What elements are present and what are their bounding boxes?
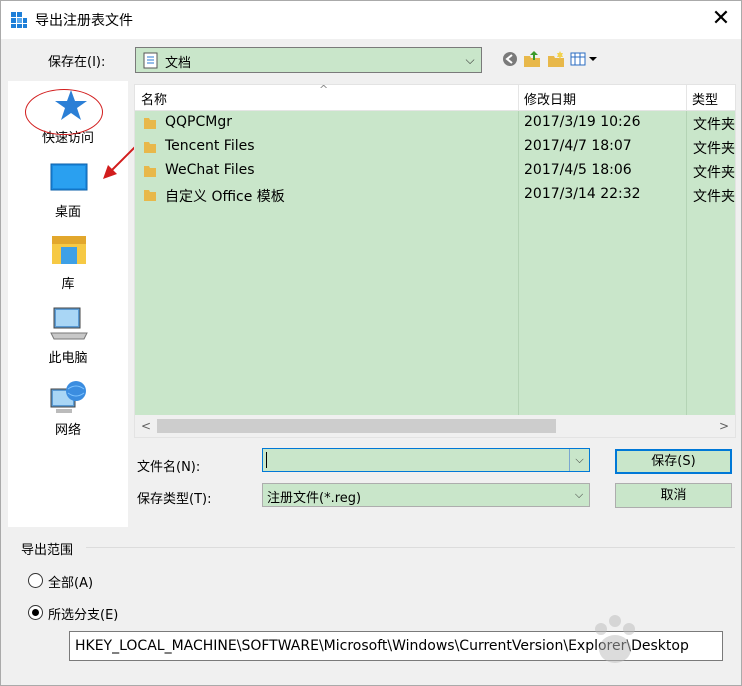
radio-all-label: 全部(A) [48,576,94,591]
window-title: 导出注册表文件 [35,13,133,29]
folder-icon [144,142,156,153]
export-registry-dialog: 导出注册表文件 ✕ 保存在(I): 文档 ⌵ 快速访问 桌面 库 此电脑 网络 … [0,0,742,686]
file-date: 2017/4/5 18:06 [524,162,632,178]
file-type: 文件夹 [693,141,735,157]
place-library[interactable]: 库 [8,231,128,297]
filename-label: 文件名(N): [137,460,201,475]
folder-icon [144,190,156,201]
network-icon [50,381,86,413]
horizontal-scrollbar[interactable]: < > [135,415,735,437]
filetype-label: 保存类型(T): [137,492,212,507]
chevron-down-icon[interactable]: ⌵ [569,484,589,506]
file-type: 文件夹 [693,165,735,181]
file-name: 自定义 Office 模板 [165,189,285,205]
file-date: 2017/3/19 10:26 [524,114,641,130]
list-item[interactable]: Tencent Files 2017/4/7 18:07 文件夹 [135,135,735,159]
scrollbar-thumb[interactable] [157,419,556,433]
cancel-button[interactable]: 取消 [615,483,732,508]
scroll-left-icon[interactable]: < [135,415,157,437]
radio-button[interactable] [28,605,43,620]
list-item[interactable]: 自定义 Office 模板 2017/3/14 22:32 文件夹 [135,183,735,207]
documents-folder-icon [143,52,158,69]
save-in-value: 文档 [165,56,192,71]
radio-selected-dot [32,609,39,616]
chevron-down-icon[interactable]: ⌵ [569,449,589,471]
place-network[interactable]: 网络 [8,377,128,443]
export-range-title: 导出范围 [21,543,74,558]
group-divider [86,547,735,548]
list-item[interactable]: WeChat Files 2017/4/5 18:06 文件夹 [135,159,735,183]
library-icon [52,236,86,264]
filetype-select[interactable]: 注册文件(*.reg) ⌵ [262,483,590,507]
file-type: 文件夹 [693,189,735,205]
file-list-header: ^ 名称 修改日期 类型 [135,85,735,111]
save-in-label: 保存在(I): [48,55,106,70]
filename-input[interactable]: ⌵ [262,448,590,472]
close-button[interactable]: ✕ [701,1,741,39]
new-folder-icon[interactable] [547,50,565,68]
file-type: 文件夹 [693,117,735,133]
file-name: WeChat Files [165,162,255,178]
text-caret [266,452,267,468]
place-this-pc[interactable]: 此电脑 [8,305,128,371]
file-list: ^ 名称 修改日期 类型 QQPCMgr 2017/3/19 10:26 文件夹… [134,84,736,438]
file-name: Tencent Files [165,138,255,154]
column-header-date[interactable]: 修改日期 [524,89,576,108]
list-item[interactable]: QQPCMgr 2017/3/19 10:26 文件夹 [135,111,735,135]
up-folder-icon[interactable] [523,50,541,68]
filetype-value: 注册文件(*.reg) [267,491,362,506]
column-header-name[interactable]: 名称 [141,89,167,108]
view-menu-icon[interactable] [570,50,598,68]
place-label: 库 [61,277,75,292]
computer-icon [50,307,88,340]
column-header-type[interactable]: 类型 [692,89,718,108]
close-icon: ✕ [711,6,731,31]
scroll-right-icon[interactable]: > [713,415,735,437]
title-bar: 导出注册表文件 ✕ [1,1,741,39]
file-list-body[interactable]: QQPCMgr 2017/3/19 10:26 文件夹 Tencent File… [135,111,735,415]
folder-icon [144,166,156,177]
file-date: 2017/4/7 18:07 [524,138,632,154]
save-button[interactable]: 保存(S) [615,449,732,474]
registry-icon [11,12,27,28]
radio-button[interactable] [28,573,43,588]
watermark-logo [595,615,635,663]
place-label: 此电脑 [48,351,88,366]
chevron-down-icon[interactable]: ⌵ [459,48,481,72]
file-date: 2017/3/14 22:32 [524,186,641,202]
back-icon[interactable] [501,50,519,68]
column-separator[interactable] [686,85,687,111]
file-name: QQPCMgr [165,114,232,130]
place-label: 桌面 [54,205,81,220]
save-in-combobox[interactable]: 文档 ⌵ [135,47,482,73]
desktop-icon [50,163,88,191]
annotation-circle [25,89,103,135]
radio-branch-label: 所选分支(E) [48,608,119,623]
column-separator[interactable] [518,85,519,111]
place-label: 网络 [54,423,81,438]
sort-ascending-icon: ^ [319,84,329,96]
folder-icon [144,118,156,129]
